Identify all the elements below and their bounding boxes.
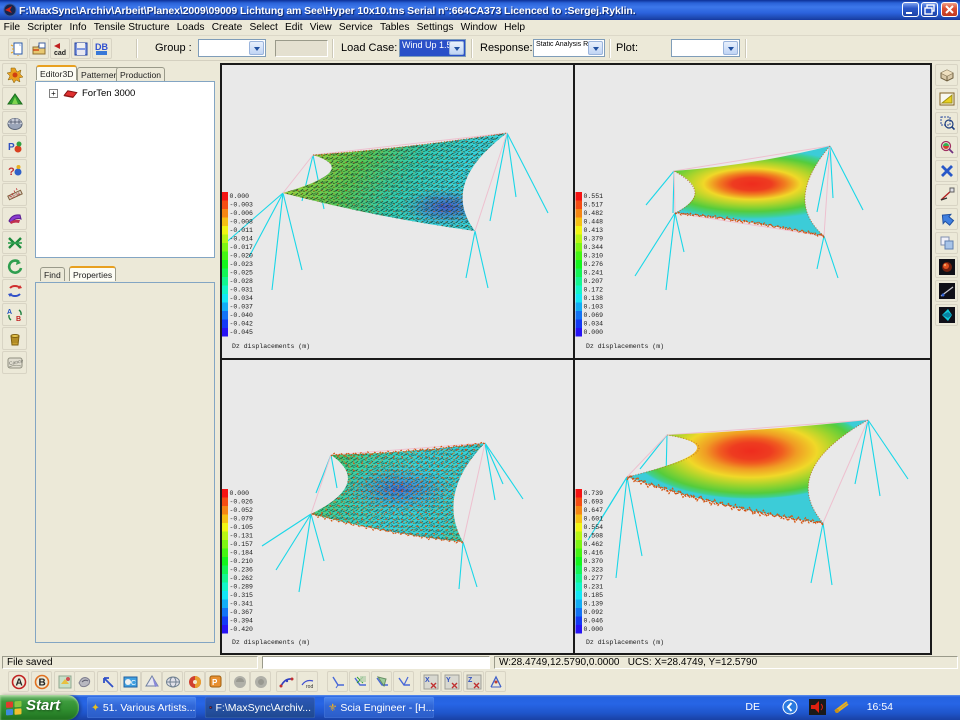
svg-text:-0.052: -0.052 xyxy=(230,507,254,514)
svg-text:0.370: 0.370 xyxy=(584,558,604,565)
svg-text:C: C xyxy=(131,680,136,687)
svg-text:Dz displacements (m): Dz displacements (m) xyxy=(232,343,310,350)
svg-text:-0.262: -0.262 xyxy=(230,575,254,582)
svg-text:-0.008: -0.008 xyxy=(230,219,254,226)
svg-text:-0.367: -0.367 xyxy=(230,609,254,616)
svg-text:0.000: 0.000 xyxy=(584,626,604,633)
svg-text:-0.042: -0.042 xyxy=(230,321,254,328)
svg-text:-0.003: -0.003 xyxy=(230,202,254,209)
svg-text:-0.011: -0.011 xyxy=(230,227,254,234)
svg-text:-0.014: -0.014 xyxy=(230,236,254,243)
svg-text:Dz displacements (m): Dz displacements (m) xyxy=(232,639,310,646)
svg-text:0.231: 0.231 xyxy=(584,584,604,591)
svg-text:0.416: 0.416 xyxy=(584,550,604,557)
svg-text:-0.020: -0.020 xyxy=(230,253,254,260)
svg-text:-0.026: -0.026 xyxy=(230,499,254,506)
svg-text:-0.017: -0.017 xyxy=(230,244,254,251)
svg-text:-0.341: -0.341 xyxy=(230,601,254,608)
svg-text:0.344: 0.344 xyxy=(584,244,604,251)
svg-text:0.207: 0.207 xyxy=(584,278,604,285)
svg-text:rod: rod xyxy=(306,684,313,690)
svg-text:P: P xyxy=(8,142,15,153)
svg-text:-0.031: -0.031 xyxy=(230,287,254,294)
svg-text:-0.079: -0.079 xyxy=(230,516,254,523)
svg-text:0.034: 0.034 xyxy=(584,321,604,328)
svg-text:0.551: 0.551 xyxy=(584,193,604,200)
svg-text:-0.236: -0.236 xyxy=(230,567,254,574)
svg-text:0.241: 0.241 xyxy=(584,270,604,277)
svg-text:-0.394: -0.394 xyxy=(230,618,254,625)
svg-text:-0.289: -0.289 xyxy=(230,584,254,591)
svg-text:?: ? xyxy=(8,166,15,178)
svg-text:0.482: 0.482 xyxy=(584,210,604,217)
svg-text:0.739: 0.739 xyxy=(584,490,604,497)
svg-text:Dz displacements (m): Dz displacements (m) xyxy=(586,639,664,646)
svg-text:B: B xyxy=(16,316,21,323)
svg-text:P: P xyxy=(212,678,218,687)
svg-text:0.693: 0.693 xyxy=(584,499,604,506)
svg-text:0.448: 0.448 xyxy=(584,219,604,226)
svg-text:0.276: 0.276 xyxy=(584,261,604,268)
svg-text:0.379: 0.379 xyxy=(584,236,604,243)
svg-text:0.000: 0.000 xyxy=(230,490,250,497)
svg-text:-0.006: -0.006 xyxy=(230,210,254,217)
svg-text:Y: Y xyxy=(446,677,451,684)
svg-text:0.413: 0.413 xyxy=(584,227,604,234)
svg-text:-0.105: -0.105 xyxy=(230,524,254,531)
svg-text:0.185: 0.185 xyxy=(584,592,604,599)
svg-text:-0.023: -0.023 xyxy=(230,261,254,268)
svg-text:-0.025: -0.025 xyxy=(230,270,254,277)
svg-text:Dz displacements (m): Dz displacements (m) xyxy=(586,343,664,350)
svg-text:cad: cad xyxy=(54,50,66,57)
svg-text:-0.040: -0.040 xyxy=(230,312,254,319)
svg-text:0.508: 0.508 xyxy=(584,533,604,540)
svg-text:0.172: 0.172 xyxy=(584,287,604,294)
svg-text:0.103: 0.103 xyxy=(584,304,604,311)
svg-text:0.000: 0.000 xyxy=(230,193,250,200)
svg-text:0.000: 0.000 xyxy=(584,329,604,336)
svg-text:-0.028: -0.028 xyxy=(230,278,254,285)
svg-text:-0.420: -0.420 xyxy=(230,626,254,633)
svg-text:B: B xyxy=(38,677,45,688)
svg-text:X: X xyxy=(425,677,430,684)
svg-text:0.554: 0.554 xyxy=(584,524,604,531)
svg-text:0.647: 0.647 xyxy=(584,507,604,514)
svg-text:-0.157: -0.157 xyxy=(230,541,254,548)
svg-text:0.277: 0.277 xyxy=(584,575,604,582)
svg-text:-0.315: -0.315 xyxy=(230,592,254,599)
svg-text:0.069: 0.069 xyxy=(584,312,604,319)
svg-text:0.139: 0.139 xyxy=(584,601,604,608)
svg-text:A: A xyxy=(15,677,22,688)
svg-text:0.462: 0.462 xyxy=(584,541,604,548)
svg-text:DB: DB xyxy=(95,42,108,52)
svg-text:0.046: 0.046 xyxy=(584,618,604,625)
svg-text:-0.034: -0.034 xyxy=(230,295,254,302)
svg-text:0.517: 0.517 xyxy=(584,202,604,209)
svg-text:0.138: 0.138 xyxy=(584,295,604,302)
svg-text:-0.037: -0.037 xyxy=(230,304,254,311)
svg-text:-0.210: -0.210 xyxy=(230,558,254,565)
svg-text:0.092: 0.092 xyxy=(584,609,604,616)
svg-text:Z: Z xyxy=(468,677,473,684)
svg-text:-0.045: -0.045 xyxy=(230,329,254,336)
svg-text:A: A xyxy=(7,309,12,316)
svg-text:-0.131: -0.131 xyxy=(230,533,254,540)
svg-text:0.323: 0.323 xyxy=(584,567,604,574)
svg-text:-0.184: -0.184 xyxy=(230,550,254,557)
svg-text:0.310: 0.310 xyxy=(584,253,604,260)
svg-text:0.601: 0.601 xyxy=(584,516,604,523)
